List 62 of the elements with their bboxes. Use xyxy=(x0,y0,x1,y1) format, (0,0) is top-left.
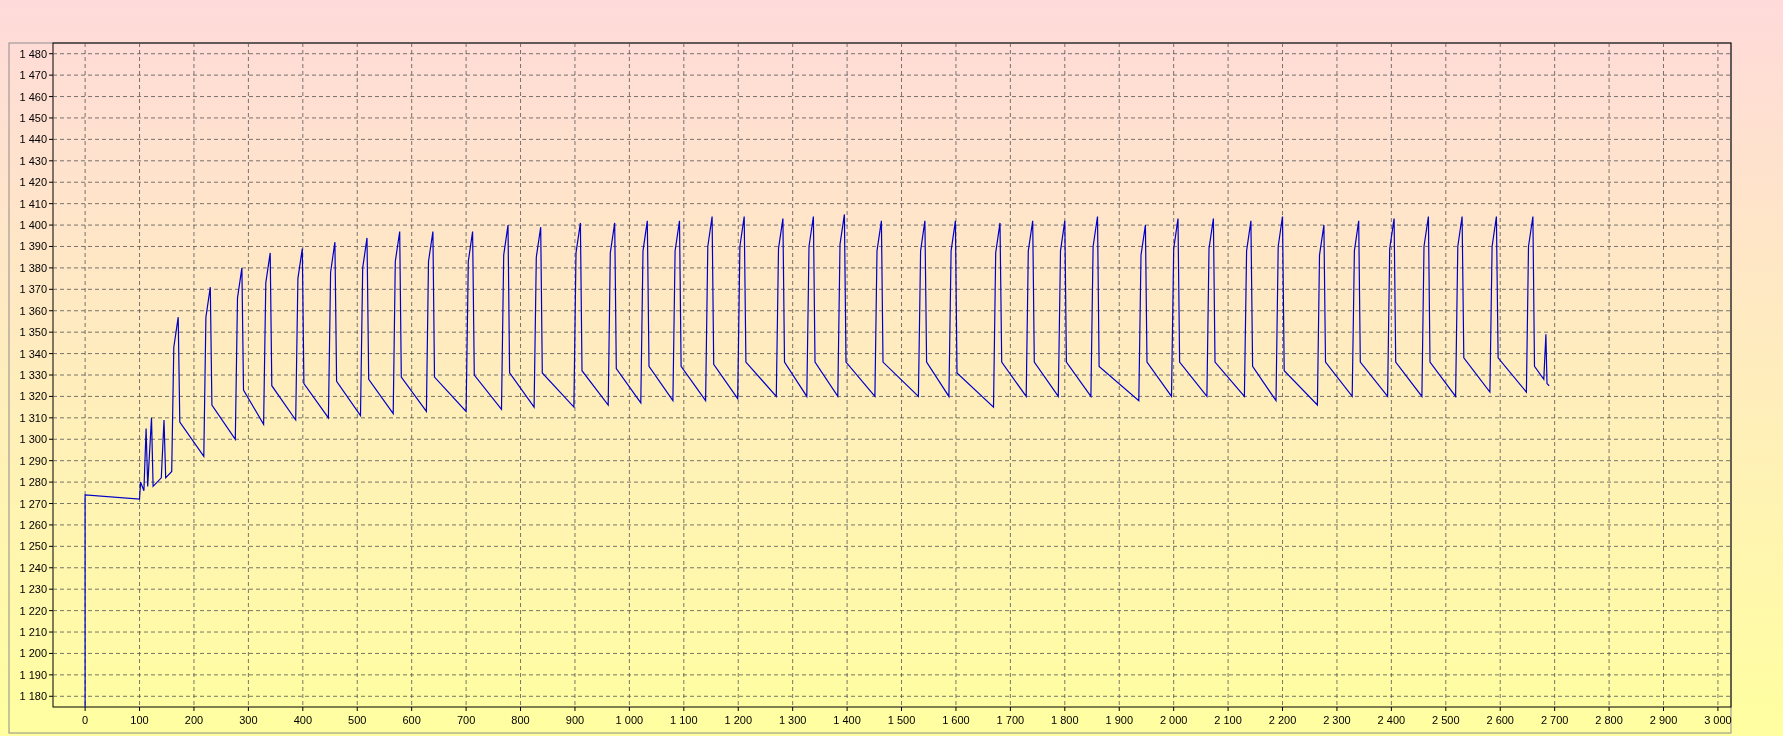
x-axis-label: 200 xyxy=(184,714,204,726)
x-axis-label: 1 600 xyxy=(942,714,970,726)
y-axis-label: 1 210 xyxy=(19,626,47,639)
y-axis-label: 1 320 xyxy=(19,390,47,403)
y-axis-label: 1 420 xyxy=(19,176,47,189)
y-axis-label: 1 460 xyxy=(19,90,47,103)
x-axis-label: 2 500 xyxy=(1432,714,1460,726)
x-axis-label: 1 500 xyxy=(887,714,916,726)
y-axis-label: 1 340 xyxy=(19,347,47,360)
y-axis-label: 1 410 xyxy=(19,197,47,210)
x-axis-label: 400 xyxy=(293,714,312,726)
x-axis-label: 900 xyxy=(565,714,585,726)
y-axis-label: 1 240 xyxy=(19,561,47,574)
x-axis-label: 600 xyxy=(402,714,421,726)
x-axis-label: 1 700 xyxy=(996,714,1025,726)
x-axis-label: 700 xyxy=(456,714,476,726)
x-axis-label: 500 xyxy=(348,714,367,726)
y-axis-label: 1 380 xyxy=(19,261,47,274)
y-axis-label: 1 200 xyxy=(19,647,47,660)
x-axis-label: 1 100 xyxy=(670,714,698,726)
y-axis-label: 1 230 xyxy=(19,583,47,596)
y-axis-label: 1 360 xyxy=(19,304,47,317)
x-axis-label: 100 xyxy=(130,714,149,726)
y-axis-label: 1 310 xyxy=(19,411,47,424)
y-axis-label: 1 190 xyxy=(19,668,47,681)
x-axis-label: 2 400 xyxy=(1377,714,1406,726)
y-axis-label: 1 300 xyxy=(19,433,47,446)
y-axis-label: 1 290 xyxy=(19,454,47,467)
y-axis-label: 1 400 xyxy=(19,219,47,232)
x-axis-label: 1 400 xyxy=(833,714,861,726)
y-axis-label: 1 370 xyxy=(19,283,47,296)
y-axis-label: 1 440 xyxy=(19,133,47,146)
x-axis-label: 2 000 xyxy=(1159,714,1188,726)
y-axis-label: 1 250 xyxy=(19,540,47,553)
y-axis-label: 1 330 xyxy=(19,369,47,381)
x-axis-label: 1 000 xyxy=(615,714,644,726)
x-axis-label: 1 300 xyxy=(778,714,807,726)
x-axis-label: 1 200 xyxy=(724,714,752,726)
y-axis-label: 1 350 xyxy=(19,326,47,339)
x-axis-label: 2 900 xyxy=(1649,714,1678,726)
x-axis-label: 800 xyxy=(511,714,530,726)
y-axis-label: 1 220 xyxy=(19,604,47,617)
x-axis-label: 2 200 xyxy=(1268,714,1297,726)
y-axis-label: 1 280 xyxy=(19,476,47,489)
y-axis-label: 1 480 xyxy=(19,47,47,60)
x-axis-label: 1 800 xyxy=(1051,714,1079,726)
x-axis-label: 2 100 xyxy=(1214,714,1242,726)
y-axis-label: 1 260 xyxy=(19,518,47,531)
y-axis-label: 1 430 xyxy=(19,154,47,167)
x-axis-label: 0 xyxy=(82,714,89,726)
x-axis-label: 2 600 xyxy=(1486,714,1514,726)
x-axis-label: 3 000 xyxy=(1704,714,1732,726)
y-axis-label: 1 470 xyxy=(19,69,47,82)
x-axis-label: 2 800 xyxy=(1595,714,1623,726)
y-axis-label: 1 390 xyxy=(19,240,47,253)
y-axis-label: 1 270 xyxy=(19,497,47,510)
x-axis-label: 1 900 xyxy=(1105,714,1133,726)
y-axis-label: 1 450 xyxy=(19,111,47,124)
x-axis-label: 2 300 xyxy=(1323,714,1351,726)
x-axis-label: 2 700 xyxy=(1540,714,1569,726)
x-axis-label: 300 xyxy=(239,714,258,726)
y-axis-label: 1 180 xyxy=(19,690,47,703)
